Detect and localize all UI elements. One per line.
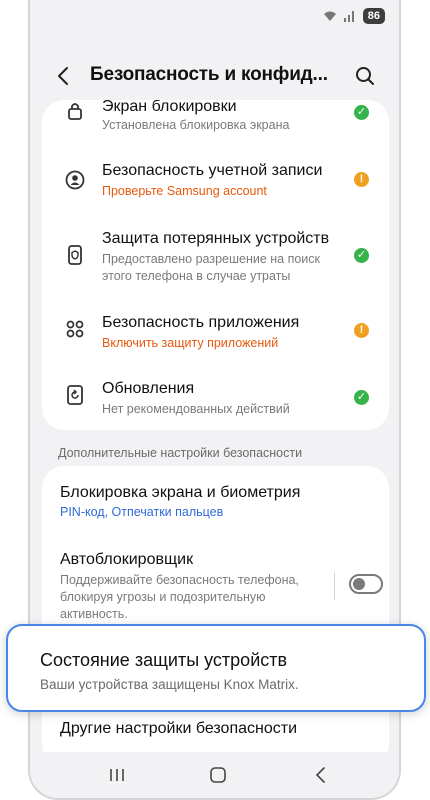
update-icon	[67, 385, 83, 405]
advanced-settings-card: Блокировка экрана и биометрия PIN-код, О…	[42, 466, 389, 766]
list-item-autoblocker[interactable]: Автоблокировщик Поддерживайте безопаснос…	[42, 546, 389, 626]
lock-icon	[68, 103, 82, 120]
app-bar: Безопасность и конфид...	[30, 56, 399, 96]
item-title: Экран блокировки	[102, 100, 237, 115]
item-subtitle: Поддерживайте безопасность телефона, бло…	[60, 573, 299, 621]
divider	[334, 572, 335, 600]
item-subtitle: Проверьте Samsung account	[102, 184, 267, 198]
home-icon[interactable]	[207, 764, 229, 786]
item-subtitle: Нет рекомендованных действий	[102, 402, 290, 416]
item-title: Безопасность учетной записи	[102, 162, 323, 179]
list-item-biometrics[interactable]: Блокировка экрана и биометрия PIN-код, О…	[42, 466, 389, 526]
recent-apps-icon[interactable]	[106, 764, 128, 786]
list-item-account-security[interactable]: Безопасность учетной записи Проверьте Sa…	[42, 152, 389, 204]
item-subtitle: PIN-код, Отпечатки пальцев	[60, 505, 224, 519]
item-subtitle: Включить защиту приложений	[102, 336, 279, 350]
signal-icon	[343, 11, 354, 22]
status-bar: 86	[323, 8, 385, 24]
item-title: Блокировка экрана и биометрия	[60, 484, 301, 501]
search-icon[interactable]	[353, 64, 377, 88]
apps-icon	[66, 320, 84, 338]
callout-subtitle: Ваши устройства защищены Knox Matrix.	[40, 677, 299, 692]
item-title: Обновления	[102, 380, 195, 397]
device-protection-callout[interactable]: Состояние защиты устройств Ваши устройст…	[6, 624, 426, 712]
item-title: Другие настройки безопасности	[60, 720, 297, 737]
wifi-icon	[323, 11, 336, 21]
check-icon: ✓	[354, 105, 369, 120]
warning-icon: !	[354, 323, 369, 338]
callout-title: Состояние защиты устройств	[40, 650, 288, 670]
back-icon[interactable]	[310, 764, 332, 786]
item-subtitle: Установлена блокировка экрана	[102, 118, 290, 132]
list-item-app-security[interactable]: Безопасность приложения Включить защиту …	[42, 304, 389, 356]
item-subtitle: Предоставлено разрешение на поиск этого …	[102, 252, 321, 283]
list-item-lock-screen[interactable]: Экран блокировки Установлена блокировка …	[42, 100, 389, 132]
check-icon: ✓	[354, 248, 369, 263]
item-title: Защита потерянных устройств	[102, 230, 330, 247]
phone-shield-icon	[68, 245, 82, 265]
check-icon: ✓	[354, 390, 369, 405]
item-title: Автоблокировщик	[60, 551, 194, 568]
list-item-updates[interactable]: Обновления Нет рекомендованных действий …	[42, 370, 389, 422]
back-arrow-icon[interactable]	[52, 64, 76, 88]
security-status-card: Экран блокировки Установлена блокировка …	[42, 100, 389, 430]
battery-level: 86	[362, 8, 385, 24]
section-header: Дополнительные настройки безопасности	[58, 446, 303, 460]
list-item-lost-device[interactable]: Защита потерянных устройств Предоставлен…	[42, 220, 389, 290]
account-icon	[65, 170, 85, 190]
item-title: Безопасность приложения	[102, 314, 300, 331]
autoblocker-toggle[interactable]	[349, 574, 383, 594]
warning-icon: !	[354, 172, 369, 187]
navigation-bar	[30, 752, 399, 798]
list-item-other-settings[interactable]: Другие настройки безопасности	[42, 706, 389, 746]
page-title: Безопасность и конфид...	[90, 64, 328, 85]
